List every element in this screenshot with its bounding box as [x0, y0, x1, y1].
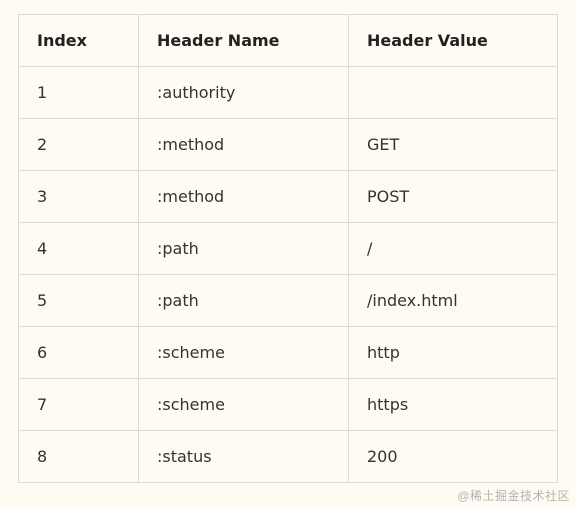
cell-header-value: /index.html	[349, 275, 558, 327]
cell-header-name: :path	[139, 223, 349, 275]
cell-header-name: :path	[139, 275, 349, 327]
cell-header-name: :scheme	[139, 379, 349, 431]
cell-header-value: http	[349, 327, 558, 379]
cell-header-value: POST	[349, 171, 558, 223]
cell-index: 7	[19, 379, 139, 431]
table-row: 8 :status 200	[19, 431, 558, 483]
cell-header-value	[349, 67, 558, 119]
cell-index: 4	[19, 223, 139, 275]
table-row: 5 :path /index.html	[19, 275, 558, 327]
cell-index: 1	[19, 67, 139, 119]
cell-header-name: :status	[139, 431, 349, 483]
cell-index: 5	[19, 275, 139, 327]
col-header-name: Header Name	[139, 15, 349, 67]
table-row: 7 :scheme https	[19, 379, 558, 431]
cell-index: 3	[19, 171, 139, 223]
cell-header-value: https	[349, 379, 558, 431]
table-row: 6 :scheme http	[19, 327, 558, 379]
table-header-row: Index Header Name Header Value	[19, 15, 558, 67]
cell-header-name: :method	[139, 171, 349, 223]
hpack-static-table: Index Header Name Header Value 1 :author…	[18, 14, 558, 483]
cell-header-value: 200	[349, 431, 558, 483]
cell-index: 8	[19, 431, 139, 483]
table-row: 2 :method GET	[19, 119, 558, 171]
cell-header-name: :method	[139, 119, 349, 171]
table-row: 4 :path /	[19, 223, 558, 275]
table-row: 1 :authority	[19, 67, 558, 119]
table-row: 3 :method POST	[19, 171, 558, 223]
col-header-value: Header Value	[349, 15, 558, 67]
cell-index: 2	[19, 119, 139, 171]
cell-index: 6	[19, 327, 139, 379]
cell-header-name: :authority	[139, 67, 349, 119]
cell-header-value: GET	[349, 119, 558, 171]
col-header-index: Index	[19, 15, 139, 67]
cell-header-value: /	[349, 223, 558, 275]
cell-header-name: :scheme	[139, 327, 349, 379]
